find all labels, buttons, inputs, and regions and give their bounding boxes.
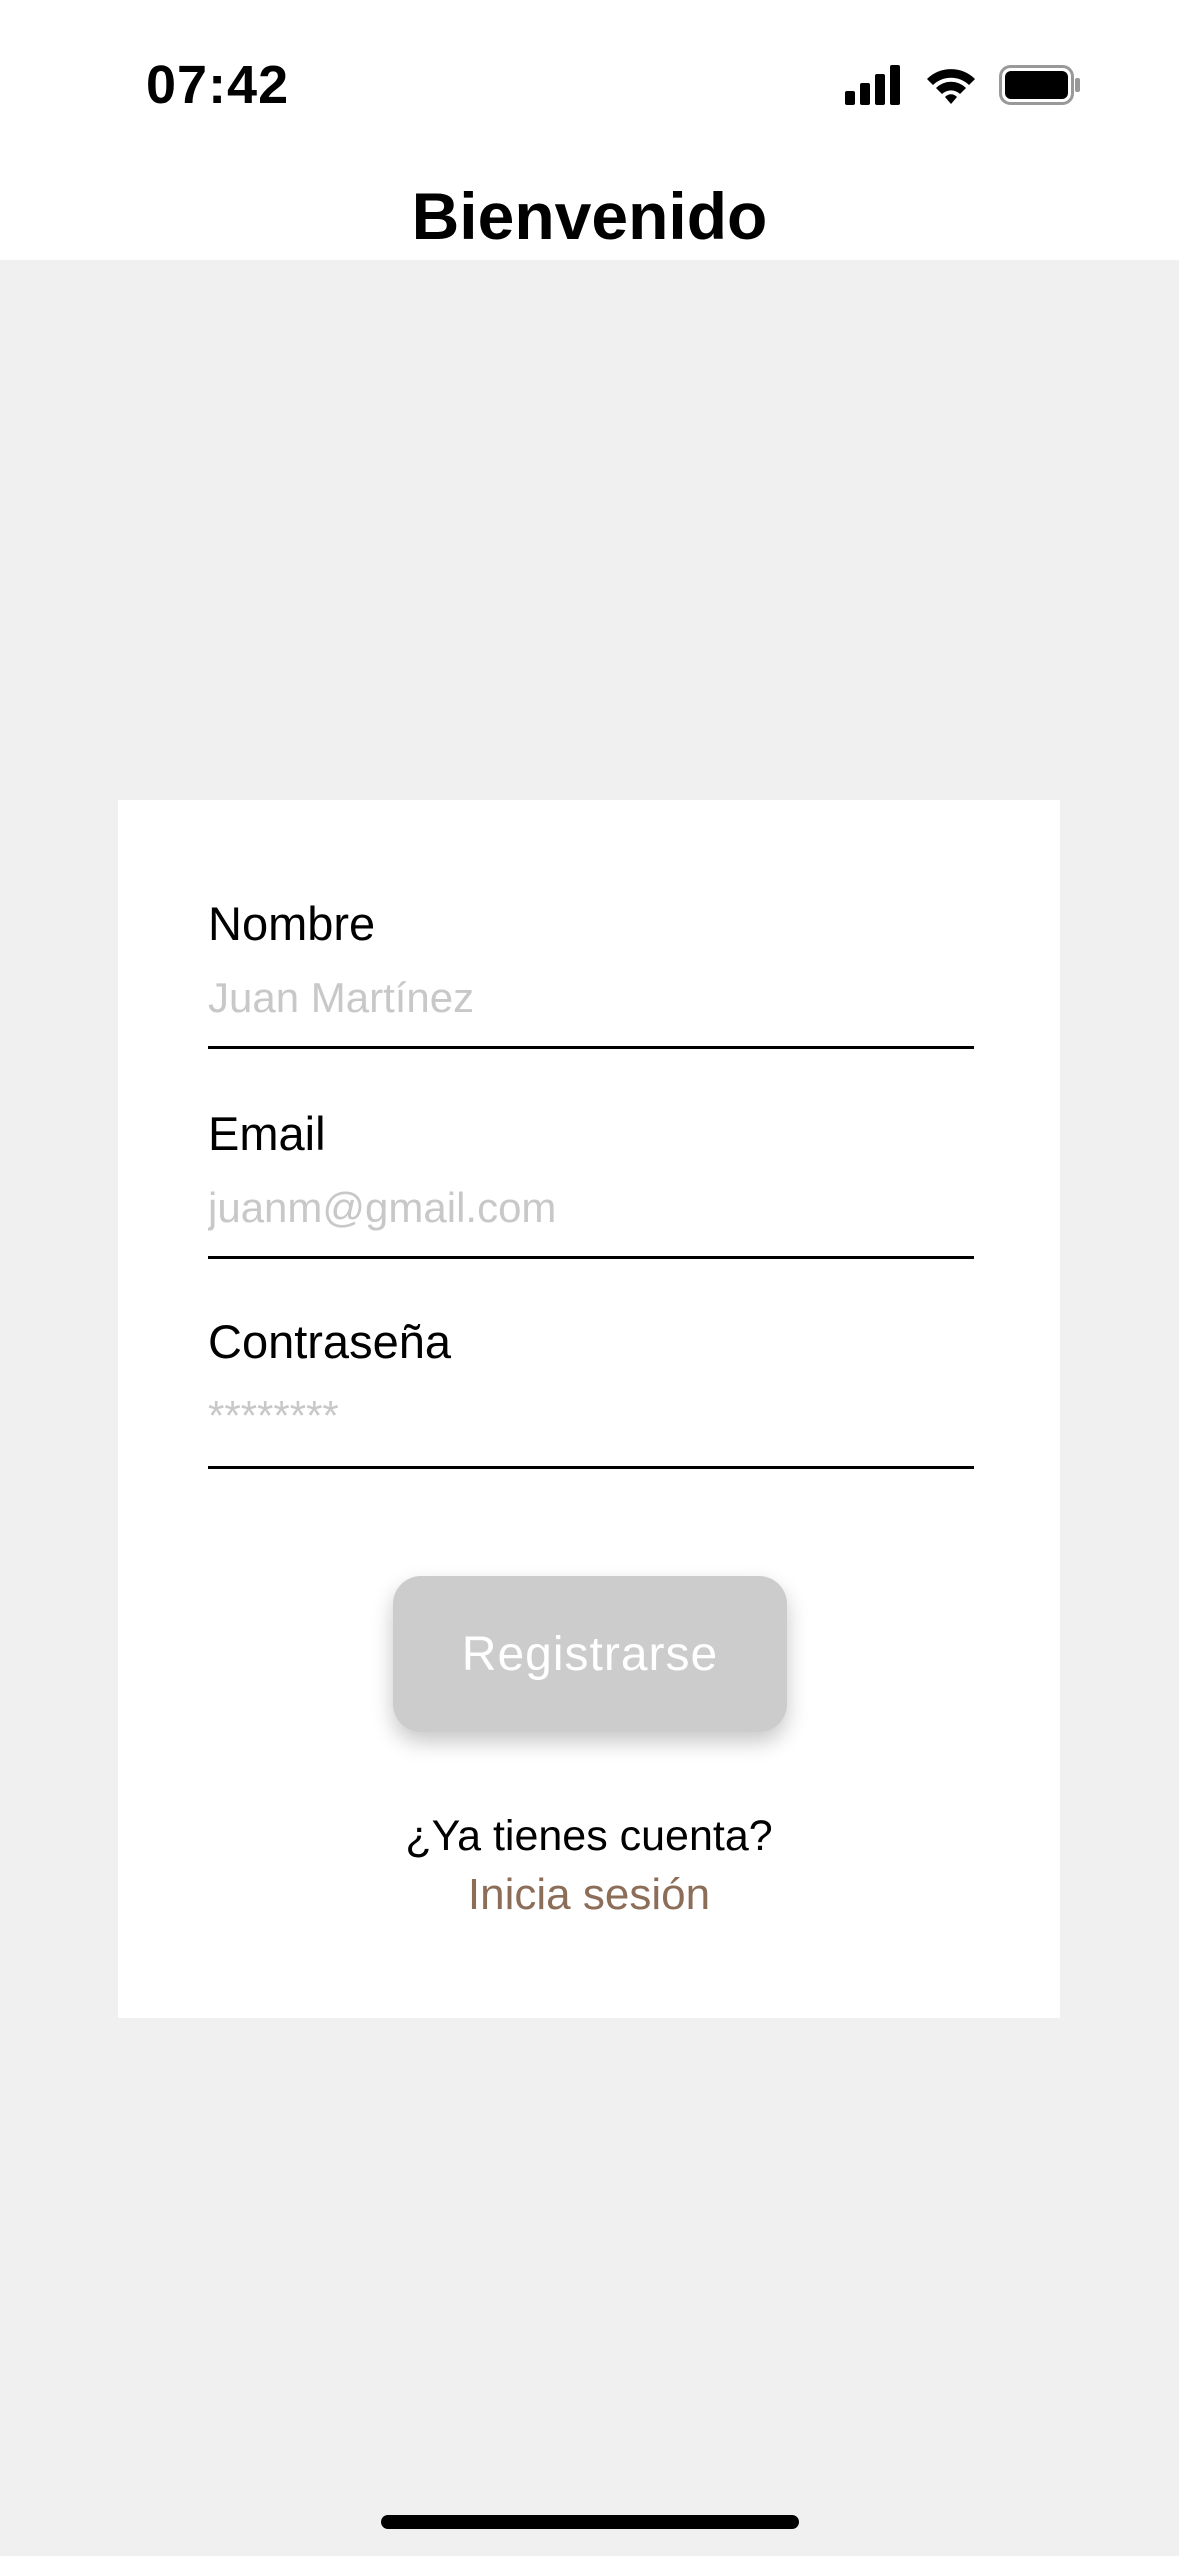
login-link[interactable]: Inicia sesión [118, 1870, 1060, 1920]
wifi-icon [925, 65, 977, 110]
home-indicator[interactable] [381, 2515, 799, 2529]
password-label: Contraseña [208, 1315, 451, 1368]
status-icons [845, 62, 1081, 112]
name-underline [208, 1046, 974, 1049]
password-underline [208, 1466, 974, 1469]
cellular-signal-icon [845, 64, 903, 110]
email-underline [208, 1256, 974, 1259]
email-input[interactable] [208, 1178, 974, 1238]
register-card: Nombre Email Contraseña Registrarse ¿Ya … [118, 800, 1060, 2018]
battery-icon [999, 64, 1081, 110]
password-input[interactable] [208, 1386, 974, 1446]
register-button[interactable]: Registrarse [393, 1576, 787, 1732]
name-label: Nombre [208, 897, 376, 950]
name-input[interactable] [208, 968, 974, 1028]
email-label: Email [208, 1107, 326, 1160]
status-time: 07:42 [146, 55, 290, 115]
login-prompt: ¿Ya tienes cuenta? [405, 1812, 773, 1860]
page-title: Bienvenido [411, 179, 768, 253]
top-bar: 07:42 Bienvenido [0, 0, 1179, 260]
